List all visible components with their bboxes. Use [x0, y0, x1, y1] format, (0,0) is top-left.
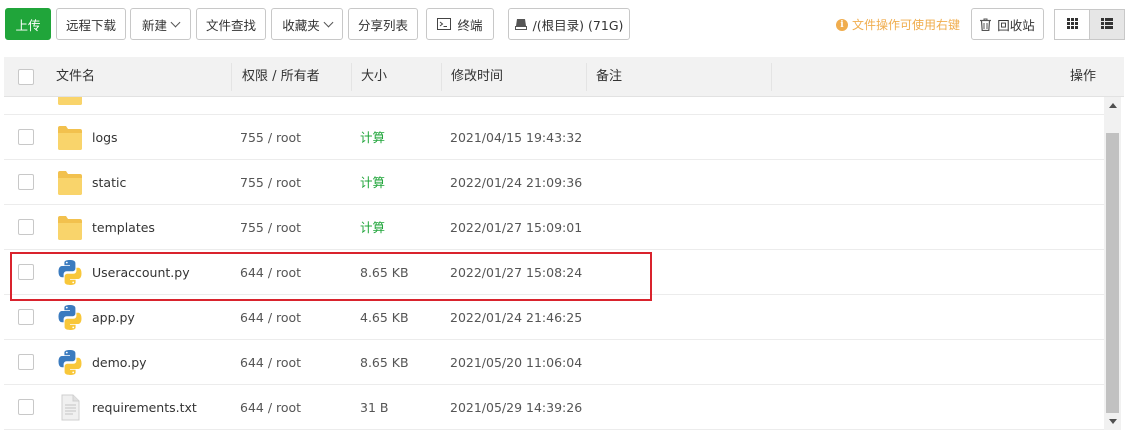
file-permission[interactable]: 755 / root	[240, 115, 301, 160]
header-mtime[interactable]: 修改时间	[451, 57, 503, 97]
folder-icon	[58, 216, 82, 240]
table-row[interactable]: static 755 / root 计算 2022/01/24 21:09:36	[4, 160, 1104, 205]
disk-button[interactable]: /(根目录) (71G)	[508, 8, 630, 40]
file-permission[interactable]: 755 / root	[240, 160, 301, 205]
hint-text: 文件操作可使用右键	[852, 18, 961, 32]
table-row[interactable]: demo.py 644 / root 8.65 KB 2021/05/20 11…	[4, 340, 1104, 385]
row-checkbox[interactable]	[18, 309, 34, 325]
table-row[interactable]: templates 755 / root 计算 2022/01/27 15:09…	[4, 205, 1104, 250]
scroll-down-arrow-icon[interactable]	[1104, 413, 1121, 430]
column-divider	[586, 63, 587, 91]
column-divider	[771, 63, 772, 91]
python-file-icon	[58, 350, 82, 375]
file-mtime: 2021/04/15 19:43:32	[450, 130, 583, 145]
file-permission[interactable]: 644 / root	[240, 295, 301, 340]
python-file-icon	[58, 305, 82, 330]
column-divider	[441, 63, 442, 91]
vertical-scrollbar[interactable]	[1104, 97, 1121, 430]
file-name[interactable]: app.py	[92, 295, 135, 340]
file-name[interactable]: requirements.txt	[92, 385, 197, 430]
scroll-up-arrow-icon[interactable]	[1104, 97, 1121, 114]
table-row[interactable]	[4, 97, 1104, 115]
remote-download-label: 远程下载	[65, 17, 116, 33]
column-divider	[231, 63, 232, 91]
grid-icon	[1066, 17, 1078, 32]
grid-view-button[interactable]	[1054, 9, 1090, 40]
file-size: 4.65 KB	[360, 310, 409, 325]
file-name[interactable]: static	[92, 160, 126, 205]
list-icon	[1101, 17, 1113, 32]
trash-icon	[980, 18, 992, 31]
calc-size-link[interactable]: 计算	[360, 115, 385, 160]
upload-label: 上传	[15, 17, 41, 33]
text-file-icon	[61, 394, 80, 421]
file-permission[interactable]: 644 / root	[240, 385, 301, 430]
info-icon: i	[836, 18, 848, 31]
file-permission[interactable]: 755 / root	[240, 205, 301, 250]
file-name[interactable]: templates	[92, 205, 155, 250]
file-search-button[interactable]: 文件查找	[196, 8, 266, 40]
chevron-down-icon	[323, 17, 334, 27]
folder-icon	[58, 126, 82, 150]
column-divider	[351, 63, 352, 91]
file-size: 31 B	[360, 400, 389, 415]
file-size: 8.65 KB	[360, 355, 409, 370]
terminal-label: 终端	[457, 17, 483, 33]
new-dropdown-button[interactable]: 新建	[130, 8, 191, 40]
calc-size-link[interactable]: 计算	[360, 160, 385, 205]
file-mtime: 2021/05/20 11:06:04	[450, 355, 583, 370]
terminal-icon	[437, 18, 452, 30]
share-list-button[interactable]: 分享列表	[348, 8, 418, 40]
file-mtime: 2022/01/27 15:09:01	[450, 220, 583, 235]
folder-icon	[58, 97, 82, 105]
table-row[interactable]: logs 755 / root 计算 2021/04/15 19:43:32	[4, 115, 1104, 160]
share-list-label: 分享列表	[357, 17, 408, 33]
new-label: 新建	[141, 17, 167, 33]
row-checkbox[interactable]	[18, 354, 34, 370]
header-size[interactable]: 大小	[361, 57, 387, 97]
right-click-hint: i 文件操作可使用右键	[836, 16, 960, 33]
favorites-label: 收藏夹	[282, 17, 320, 33]
file-mtime: 2021/05/29 14:39:26	[450, 400, 583, 415]
table-header: 文件名 权限 / 所有者 大小 修改时间 备注 操作	[4, 57, 1124, 97]
disk-icon	[514, 18, 527, 30]
terminal-button[interactable]: 终端	[426, 8, 494, 40]
recycle-bin-button[interactable]: 回收站	[971, 8, 1044, 40]
row-checkbox[interactable]	[18, 219, 34, 235]
file-mtime: 2022/01/24 21:46:25	[450, 310, 583, 325]
select-all-checkbox[interactable]	[18, 69, 34, 85]
row-checkbox[interactable]	[18, 399, 34, 415]
favorites-dropdown-button[interactable]: 收藏夹	[271, 8, 343, 40]
header-note: 备注	[596, 69, 623, 84]
scroll-thumb[interactable]	[1106, 133, 1119, 413]
file-mtime: 2022/01/24 21:09:36	[450, 175, 583, 190]
disk-label: /(根目录) (71G)	[532, 17, 624, 33]
remote-download-button[interactable]: 远程下载	[56, 8, 126, 40]
file-permission[interactable]: 644 / root	[240, 340, 301, 385]
highlight-box	[10, 252, 652, 301]
list-view-button[interactable]	[1089, 9, 1125, 40]
file-search-label: 文件查找	[205, 17, 256, 33]
file-name[interactable]: demo.py	[92, 340, 147, 385]
folder-icon	[58, 171, 82, 195]
chevron-down-icon	[170, 17, 181, 27]
recycle-bin-label: 回收站	[997, 17, 1035, 33]
table-row[interactable]: app.py 644 / root 4.65 KB 2022/01/24 21:…	[4, 295, 1104, 340]
upload-button[interactable]: 上传	[5, 8, 51, 40]
calc-size-link[interactable]: 计算	[360, 205, 385, 250]
file-name[interactable]: logs	[92, 115, 118, 160]
toolbar: 上传 远程下载 新建 文件查找 收藏夹 分享列表 终端 /(根目录) (71G)…	[0, 0, 1127, 50]
header-permission[interactable]: 权限 / 所有者	[242, 57, 320, 97]
row-checkbox[interactable]	[18, 129, 34, 145]
row-checkbox[interactable]	[18, 174, 34, 190]
table-row[interactable]: requirements.txt 644 / root 31 B 2021/05…	[4, 385, 1104, 430]
header-action: 操作	[1070, 69, 1097, 84]
header-name[interactable]: 文件名	[56, 57, 95, 97]
